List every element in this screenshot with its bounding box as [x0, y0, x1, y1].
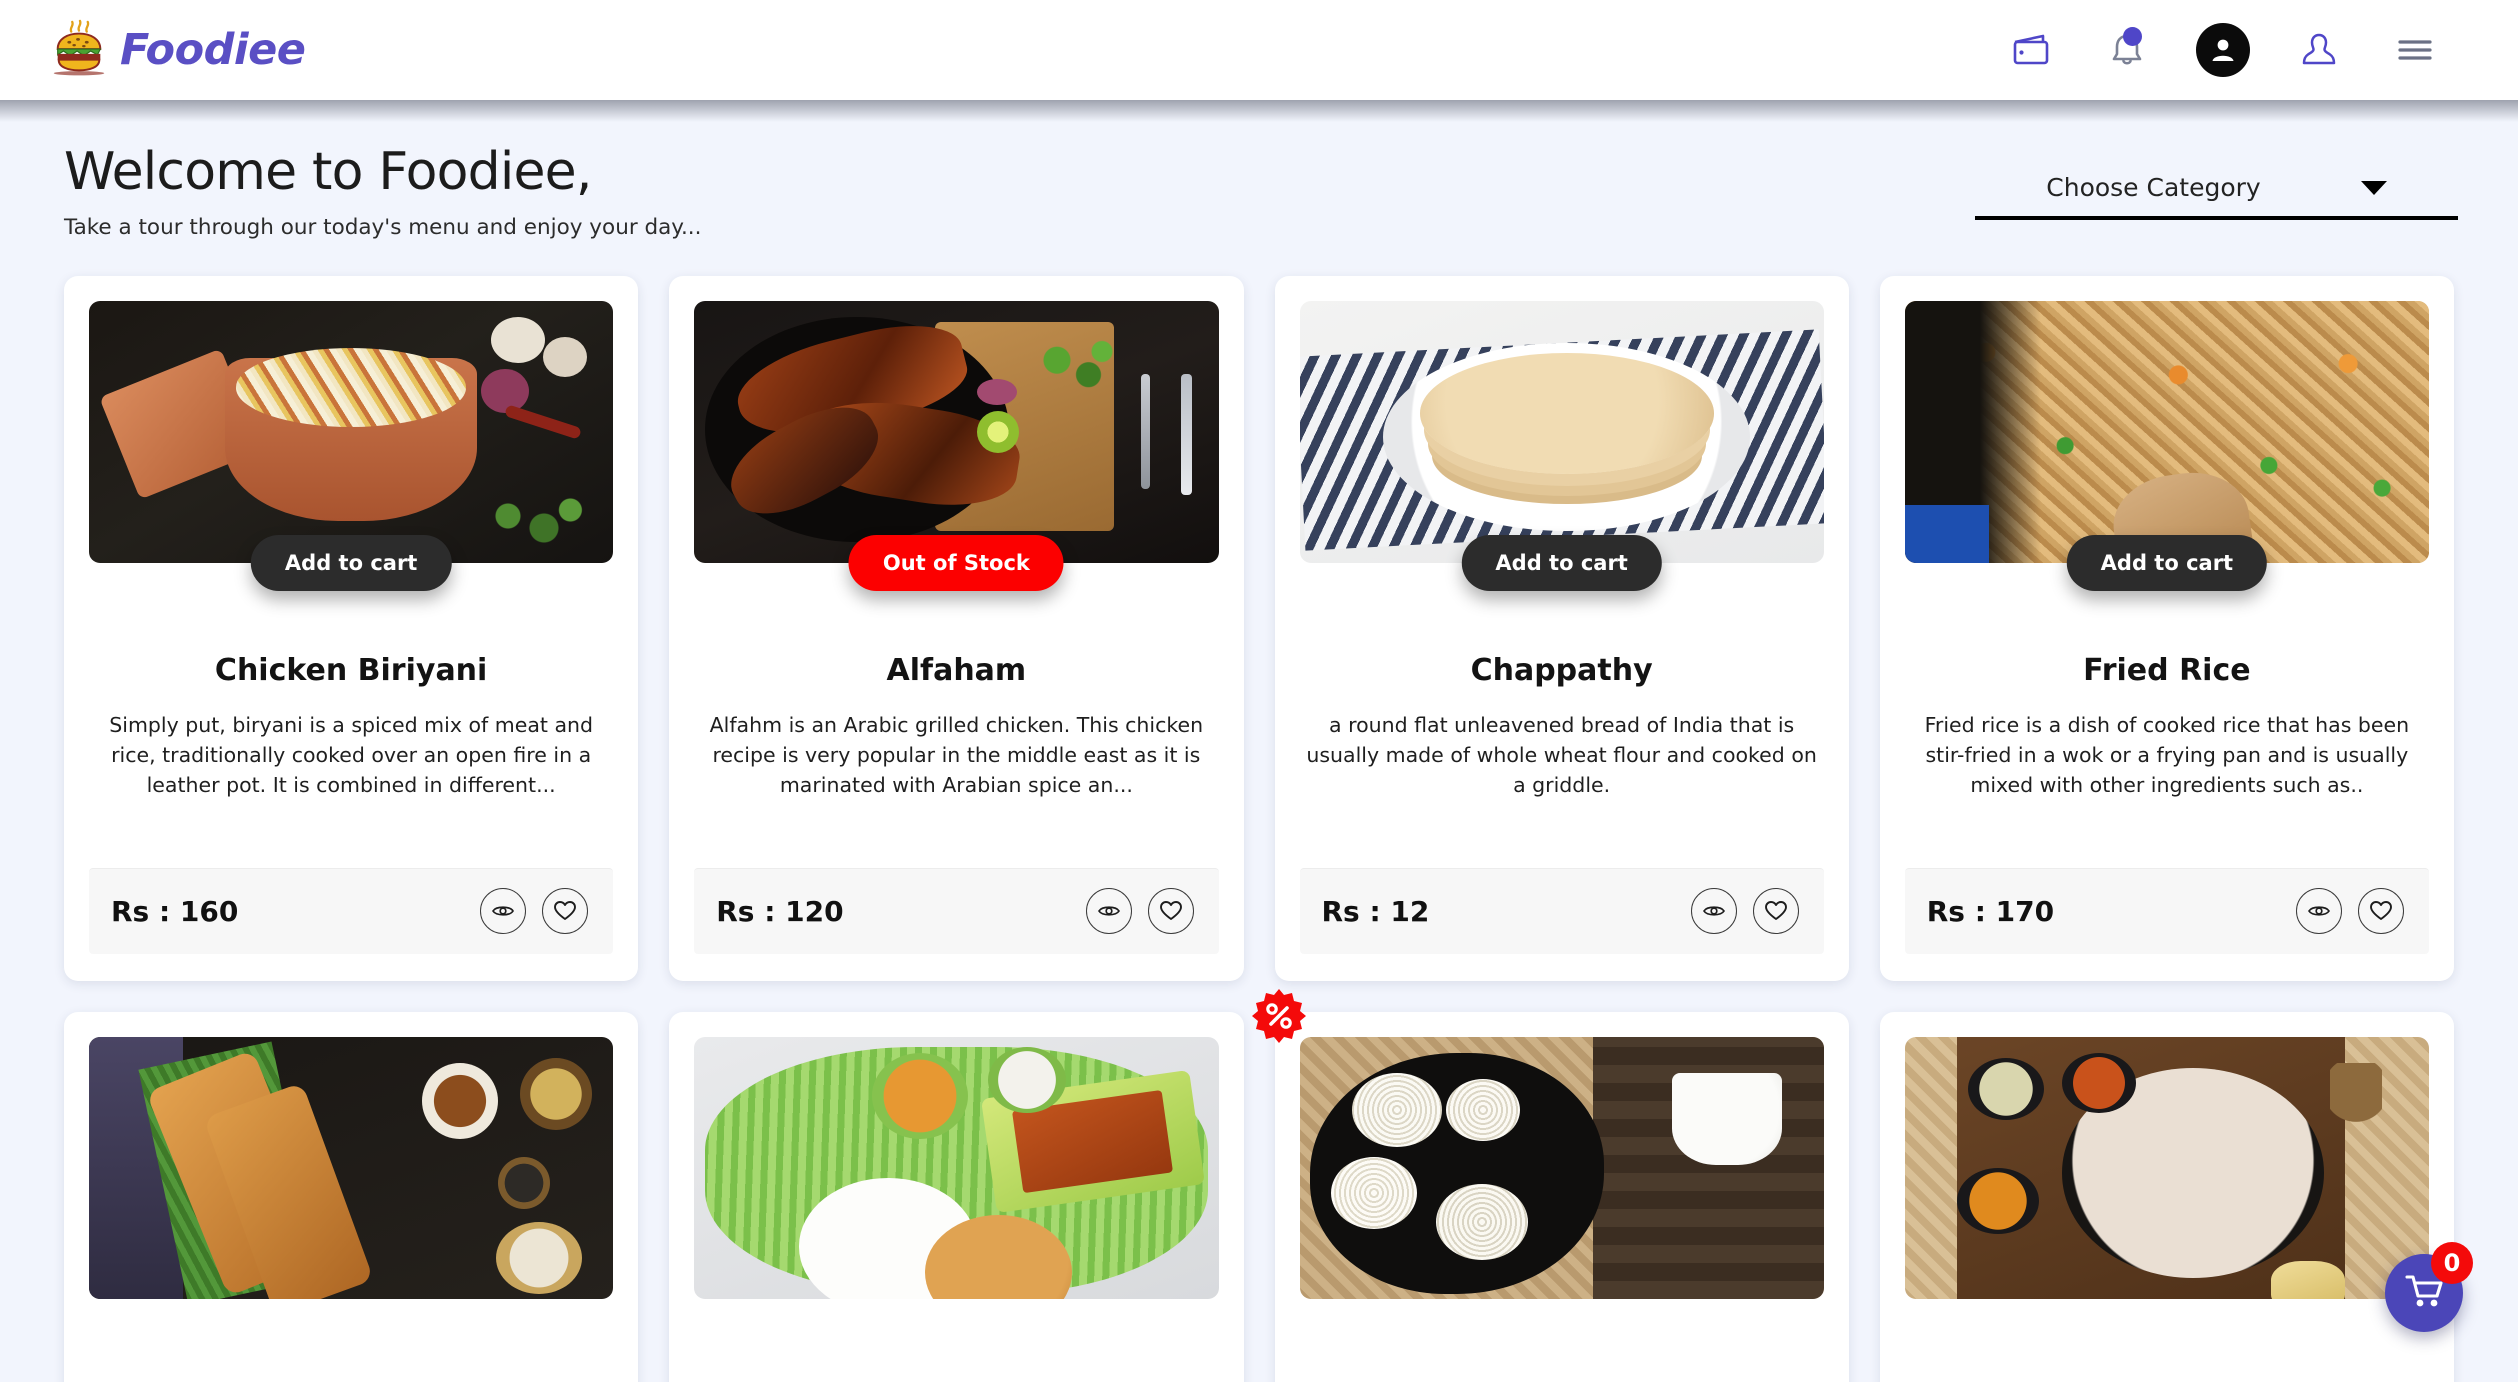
product-card[interactable]: Add to cart Chicken Biriyani Simply put,…	[64, 275, 639, 981]
product-media: Add to cart	[89, 300, 614, 591]
product-media	[89, 1036, 614, 1299]
app-header: Foodiee	[0, 0, 2518, 122]
burger-logo-icon	[48, 19, 110, 81]
welcome-block: Welcome to Foodiee, Take a tour through …	[64, 142, 702, 240]
floating-cart-button[interactable]: 0	[2385, 1242, 2473, 1332]
product-media: Add to cart	[1904, 300, 2429, 591]
product-price: Rs : 160	[111, 894, 239, 928]
product-name: Fried Rice	[2083, 652, 2251, 688]
bell-icon[interactable]	[2079, 18, 2175, 82]
product-footer: Rs : 160	[89, 867, 614, 954]
product-image	[1299, 300, 1824, 563]
product-actions	[2296, 888, 2404, 935]
product-actions	[1085, 888, 1194, 935]
product-name: Alfaham	[886, 652, 1027, 688]
product-media	[1299, 1036, 1824, 1299]
cart-count-badge: 0	[2431, 1242, 2473, 1284]
product-image	[694, 300, 1219, 563]
brand-name: Foodiee	[120, 25, 306, 75]
product-card[interactable]: Out of Stock Alfaham Alfahm is an Arabic…	[669, 275, 1244, 981]
page-body: Welcome to Foodiee, Take a tour through …	[0, 100, 2518, 1382]
product-card[interactable]	[1251, 988, 1849, 1382]
heart-icon[interactable]	[1147, 888, 1194, 935]
brand[interactable]: Foodiee	[48, 19, 306, 81]
page-title: Welcome to Foodiee,	[64, 142, 592, 202]
eye-icon[interactable]	[2296, 888, 2342, 935]
product-price: Rs : 120	[716, 894, 844, 928]
product-grid: Add to cart Chicken Biriyani Simply put,…	[40, 275, 2478, 1382]
product-actions	[480, 888, 589, 935]
avatar-icon[interactable]	[2175, 18, 2271, 82]
hamburger-menu-icon[interactable]	[2367, 18, 2463, 82]
product-card[interactable]	[669, 1011, 1244, 1382]
product-image	[1299, 1036, 1824, 1299]
percent-badge-icon	[1251, 988, 1307, 1044]
category-select-label: Choose Category	[2046, 173, 2261, 202]
add-to-cart-button[interactable]: Add to cart	[1461, 534, 1662, 591]
product-image	[1904, 300, 2429, 563]
product-media	[1904, 1036, 2429, 1299]
product-description: a round flat unleavened bread of India t…	[1306, 712, 1817, 798]
avatar	[2196, 23, 2250, 77]
product-description: Fried rice is a dish of cooked rice that…	[1924, 712, 2410, 798]
product-card[interactable]: Add to cart Chappathy a round flat unlea…	[1274, 275, 1849, 981]
page-subtitle: Take a tour through our today's menu and…	[64, 214, 702, 240]
eye-icon[interactable]	[1085, 888, 1132, 935]
product-card[interactable]	[64, 1011, 639, 1382]
product-footer: Rs : 170	[1904, 867, 2429, 954]
product-card[interactable]	[1879, 1011, 2454, 1382]
wallet-icon[interactable]	[1983, 18, 2079, 82]
add-to-cart-button[interactable]: Add to cart	[2066, 534, 2268, 591]
category-select[interactable]: Choose Category	[1975, 173, 2458, 220]
eye-icon[interactable]	[480, 888, 527, 935]
product-footer: Rs : 120	[694, 867, 1219, 954]
product-price: Rs : 170	[1926, 894, 2055, 928]
product-image	[89, 300, 614, 563]
chevron-down-icon	[2360, 180, 2387, 195]
header-actions	[1983, 18, 2463, 82]
heart-icon[interactable]	[542, 888, 589, 935]
product-media: Out of Stock	[694, 300, 1219, 591]
product-card[interactable]: Add to cart Fried Rice Fried rice is a d…	[1879, 275, 2454, 981]
product-name: Chicken Biriyani	[214, 652, 488, 688]
out-of-stock-badge[interactable]: Out of Stock	[848, 534, 1064, 591]
product-image	[694, 1036, 1219, 1299]
product-name: Chappathy	[1470, 652, 1653, 688]
notification-dot	[2123, 27, 2142, 46]
user-outline-icon[interactable]	[2271, 18, 2367, 82]
welcome-row: Welcome to Foodiee, Take a tour through …	[40, 100, 2478, 240]
heart-icon[interactable]	[1752, 888, 1799, 935]
product-description: Alfahm is an Arabic grilled chicken. Thi…	[709, 712, 1204, 798]
product-media: Add to cart	[1299, 300, 1824, 591]
product-description: Simply put, biryani is a spiced mix of m…	[109, 712, 594, 798]
product-footer: Rs : 12	[1299, 867, 1824, 954]
product-actions	[1690, 888, 1799, 935]
product-image	[1904, 1036, 2429, 1299]
product-media	[694, 1036, 1219, 1299]
eye-icon[interactable]	[1690, 888, 1737, 935]
product-price: Rs : 12	[1321, 894, 1430, 928]
add-to-cart-button[interactable]: Add to cart	[250, 534, 452, 591]
product-image	[89, 1036, 614, 1299]
heart-icon[interactable]	[2358, 888, 2404, 935]
